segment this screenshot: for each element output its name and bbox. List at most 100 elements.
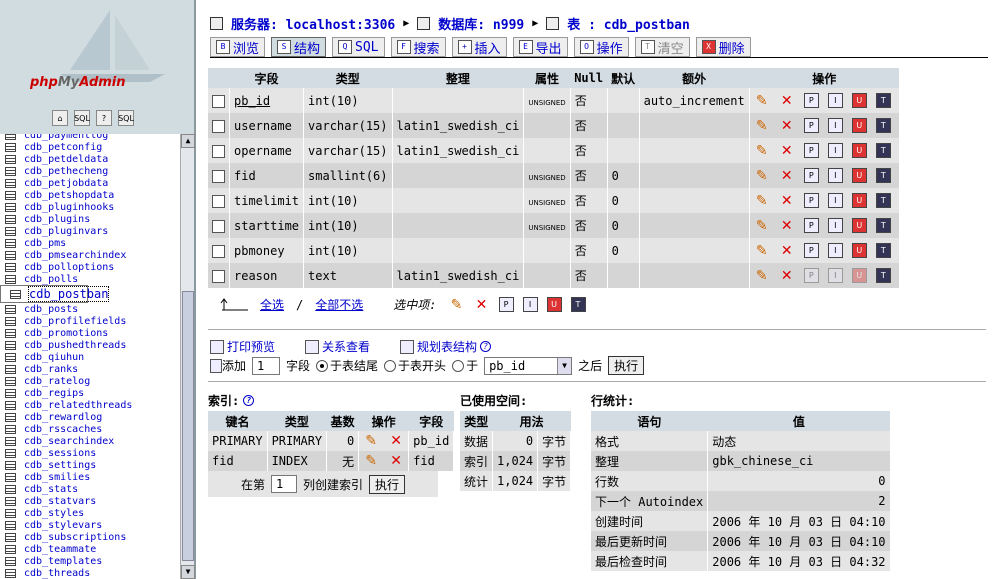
table-list-item[interactable]: cdb_polls bbox=[0, 273, 180, 285]
delete-x-icon[interactable]: ✕ bbox=[779, 118, 795, 134]
table-icon[interactable] bbox=[5, 472, 16, 482]
table-list-item-label[interactable]: cdb_regips bbox=[24, 388, 84, 399]
at-begin-radio[interactable] bbox=[384, 359, 397, 372]
tab-8[interactable]: X 删除 bbox=[695, 37, 751, 57]
unique-icon[interactable]: U bbox=[851, 93, 867, 108]
unique-icon[interactable]: U bbox=[851, 243, 867, 258]
table-list-item-label[interactable]: cdb_stylevars bbox=[24, 520, 102, 531]
table-icon[interactable] bbox=[5, 328, 16, 338]
tab-6[interactable]: O 操作 bbox=[573, 37, 629, 57]
table-icon[interactable] bbox=[5, 376, 16, 386]
table-list-item-label[interactable]: cdb_pms bbox=[24, 238, 66, 249]
tab-4[interactable]: + 插入 bbox=[451, 37, 507, 57]
add-count-input[interactable]: 1 bbox=[252, 356, 281, 375]
table-list-item-label[interactable]: cdb_rewardlog bbox=[24, 412, 102, 423]
tab-1[interactable]: S 结构 bbox=[271, 37, 327, 57]
delete-x-icon[interactable]: ✕ bbox=[779, 218, 795, 234]
table-list-item-label[interactable]: cdb_pluginvars bbox=[24, 226, 108, 237]
table-list-item[interactable]: cdb_pms bbox=[0, 237, 180, 249]
row-checkbox[interactable] bbox=[212, 269, 225, 283]
index-icon[interactable]: I bbox=[827, 218, 843, 233]
table-icon[interactable] bbox=[5, 508, 16, 518]
edit-pencil-icon[interactable]: ✎ bbox=[363, 433, 379, 449]
edit-pencil-icon[interactable]: ✎ bbox=[754, 218, 770, 234]
table-icon[interactable] bbox=[5, 412, 16, 422]
primary-key-icon[interactable]: P bbox=[803, 118, 819, 133]
table-icon[interactable] bbox=[5, 154, 16, 164]
unique-icon[interactable]: U bbox=[851, 118, 867, 133]
check-all-link[interactable]: 全选 bbox=[260, 296, 284, 313]
table-list-item[interactable]: cdb_regips bbox=[0, 387, 180, 399]
table-icon[interactable] bbox=[5, 340, 16, 350]
table-list-item-label[interactable]: cdb_promotions bbox=[24, 328, 108, 339]
table-list-item[interactable]: cdb_templates bbox=[0, 555, 180, 567]
row-checkbox[interactable] bbox=[212, 194, 225, 208]
delete-x-icon[interactable]: ✕ bbox=[779, 143, 795, 159]
table-icon[interactable] bbox=[5, 424, 16, 434]
table-list-item-label[interactable]: cdb_pmsearchindex bbox=[24, 250, 126, 261]
table-list-item[interactable]: cdb_searchindex bbox=[0, 435, 180, 447]
help-icon[interactable]: ? bbox=[243, 395, 255, 406]
table-list-item-label[interactable]: cdb_posts bbox=[24, 304, 78, 315]
at-end-radio[interactable] bbox=[316, 359, 329, 372]
table-list-item-label[interactable]: cdb_pluginhooks bbox=[24, 202, 114, 213]
table-list-item[interactable]: cdb_threads bbox=[0, 567, 180, 579]
table-list-item[interactable]: cdb_relatedthreads bbox=[0, 399, 180, 411]
table-list-item-label[interactable]: cdb_polls bbox=[24, 274, 78, 285]
table-list-item[interactable]: cdb_promotions bbox=[0, 327, 180, 339]
table-icon[interactable] bbox=[5, 202, 16, 212]
create-index-go-button[interactable]: 执行 bbox=[369, 474, 406, 494]
scroll-up-icon[interactable]: ▲ bbox=[181, 134, 195, 148]
table-list-item[interactable]: cdb_stylevars bbox=[0, 519, 180, 531]
primary-key-icon[interactable]: P bbox=[498, 297, 514, 312]
tab-7[interactable]: T 清空 bbox=[634, 37, 690, 57]
table-list-item[interactable]: cdb_pethecheng bbox=[0, 165, 180, 177]
table-list-item-label[interactable]: cdb_petdeldata bbox=[24, 154, 108, 165]
unique-icon[interactable]: U bbox=[851, 143, 867, 158]
table-icon[interactable] bbox=[5, 304, 16, 314]
table-list-item-label[interactable]: cdb_statvars bbox=[24, 496, 96, 507]
table-icon[interactable] bbox=[5, 316, 16, 326]
primary-key-icon[interactable]: P bbox=[803, 168, 819, 183]
table-list-item[interactable]: cdb_petdeldata bbox=[0, 153, 180, 165]
after-field-select[interactable]: pb_id ▼ bbox=[484, 356, 573, 375]
table-icon[interactable] bbox=[5, 178, 16, 188]
table-list-item-label[interactable]: cdb_petshopdata bbox=[24, 190, 114, 201]
table-icon[interactable] bbox=[5, 214, 16, 224]
unique-icon[interactable]: U bbox=[851, 168, 867, 183]
delete-x-icon[interactable]: ✕ bbox=[779, 268, 795, 284]
table-list-item[interactable]: cdb_posts bbox=[0, 303, 180, 315]
table-icon[interactable] bbox=[5, 532, 16, 542]
help-icon[interactable]: ? bbox=[480, 341, 492, 352]
table-list-item[interactable]: cdb_polloptions bbox=[0, 261, 180, 273]
table-list-item-label[interactable]: cdb_relatedthreads bbox=[24, 400, 132, 411]
table-list-item[interactable]: cdb_stats bbox=[0, 483, 180, 495]
primary-key-icon[interactable]: P bbox=[803, 243, 819, 258]
edit-pencil-icon[interactable]: ✎ bbox=[754, 143, 770, 159]
edit-pencil-icon[interactable]: ✎ bbox=[754, 93, 770, 109]
table-icon[interactable] bbox=[5, 166, 16, 176]
table-list-item[interactable]: cdb_subscriptions bbox=[0, 531, 180, 543]
table-list-item-label[interactable]: cdb_pethecheng bbox=[24, 166, 108, 177]
index-icon[interactable]: I bbox=[827, 168, 843, 183]
row-checkbox[interactable] bbox=[212, 169, 225, 183]
tab-2[interactable]: Q SQL bbox=[332, 37, 385, 57]
table-list-item-label[interactable]: cdb_qiuhun bbox=[24, 352, 84, 363]
table-list-item-label[interactable]: cdb_pushedthreads bbox=[24, 340, 126, 351]
table-icon[interactable] bbox=[5, 238, 16, 248]
table-list-item[interactable]: cdb_petconfig bbox=[0, 141, 180, 153]
after-radio[interactable] bbox=[452, 359, 465, 372]
table-list-item-label[interactable]: cdb_styles bbox=[24, 508, 84, 519]
primary-key-icon[interactable]: P bbox=[803, 143, 819, 158]
edit-pencil-icon[interactable]: ✎ bbox=[754, 243, 770, 259]
create-index-count-input[interactable]: 1 bbox=[270, 475, 297, 493]
table-list-item[interactable]: cdb_smilies bbox=[0, 471, 180, 483]
table-list-item-label[interactable]: cdb_polloptions bbox=[24, 262, 114, 273]
query-icon[interactable]: SQL bbox=[118, 110, 134, 126]
table-icon[interactable] bbox=[5, 544, 16, 554]
table-list-item[interactable]: cdb_petshopdata bbox=[0, 189, 180, 201]
fulltext-icon[interactable]: T bbox=[875, 268, 891, 283]
edit-pencil-icon[interactable]: ✎ bbox=[754, 193, 770, 209]
table-list-item-label[interactable]: cdb_teammate bbox=[24, 544, 96, 555]
breadcrumb-server[interactable]: 服务器: localhost:3306 bbox=[231, 14, 395, 33]
